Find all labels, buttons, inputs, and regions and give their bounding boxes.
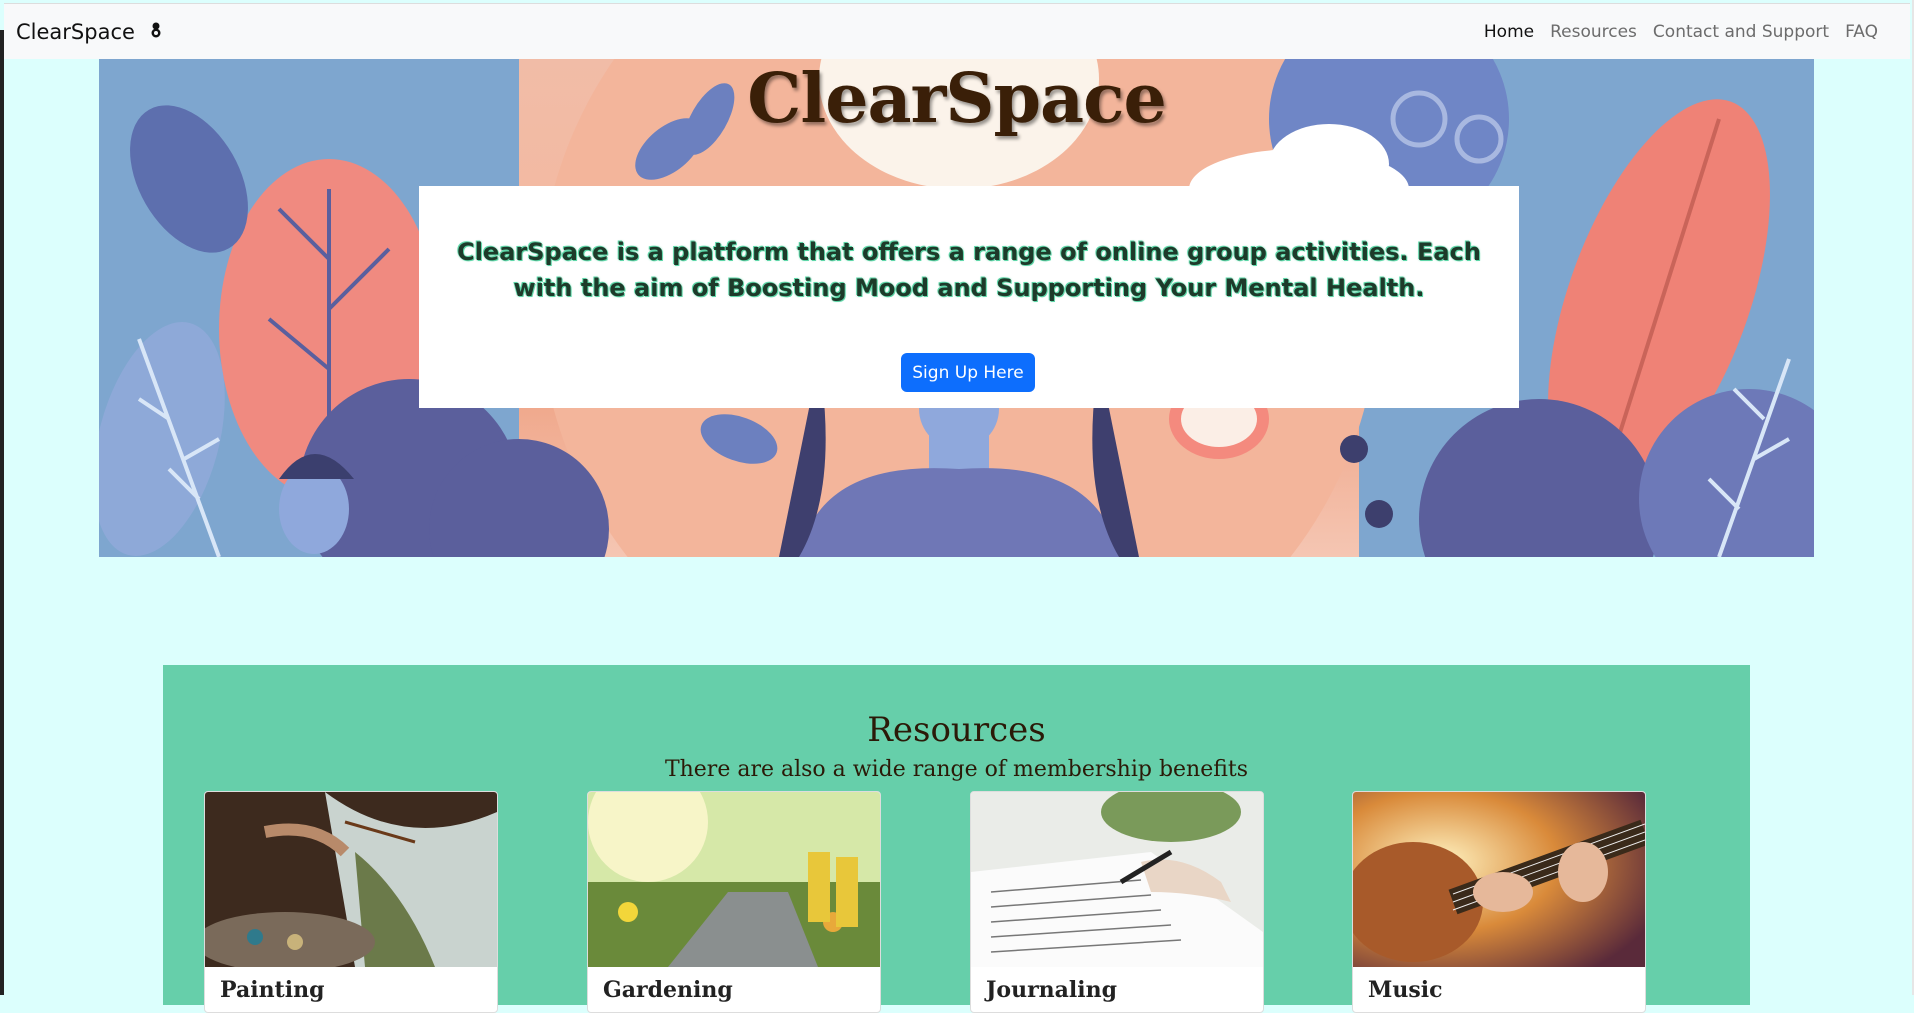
card-title: Music [1368, 977, 1443, 1003]
resources-section: Resources There are also a wide range of… [163, 665, 1750, 1013]
hero-banner: ClearSpace ClearSpace is a platform that… [99, 59, 1814, 557]
resource-card-music[interactable]: Music [1352, 791, 1646, 1013]
nav-link-faq[interactable]: FAQ [1837, 22, 1886, 42]
resources-subtitle: There are also a wide range of membershi… [664, 757, 1249, 782]
gardening-image [588, 792, 880, 967]
window-edge [0, 30, 4, 995]
painting-image [205, 792, 497, 967]
brand-logo-icon [149, 22, 163, 42]
resource-card-journaling[interactable]: Journaling [970, 791, 1264, 1013]
brand-link[interactable]: ClearSpace [16, 20, 135, 44]
signup-button[interactable]: Sign Up Here [901, 353, 1035, 392]
navbar: ClearSpace Home Resources Contact and Su… [4, 3, 1910, 59]
card-title: Journaling [986, 977, 1118, 1003]
hero-description: ClearSpace is a platform that offers a r… [457, 238, 1481, 302]
nav-links: Home Resources Contact and Support FAQ [1476, 22, 1886, 42]
hero-card: ClearSpace is a platform that offers a r… [419, 186, 1519, 408]
nav-link-contact[interactable]: Contact and Support [1645, 22, 1837, 42]
nav-link-resources[interactable]: Resources [1542, 22, 1645, 42]
music-image [1353, 792, 1645, 967]
resource-card-painting[interactable]: Painting [204, 791, 498, 1013]
nav-link-home[interactable]: Home [1476, 22, 1542, 42]
journaling-image [971, 792, 1263, 967]
card-title: Gardening [603, 977, 733, 1003]
resources-title: Resources [867, 710, 1046, 750]
card-title: Painting [220, 977, 325, 1003]
resource-card-gardening[interactable]: Gardening [587, 791, 881, 1013]
hero-title: ClearSpace [747, 59, 1167, 139]
